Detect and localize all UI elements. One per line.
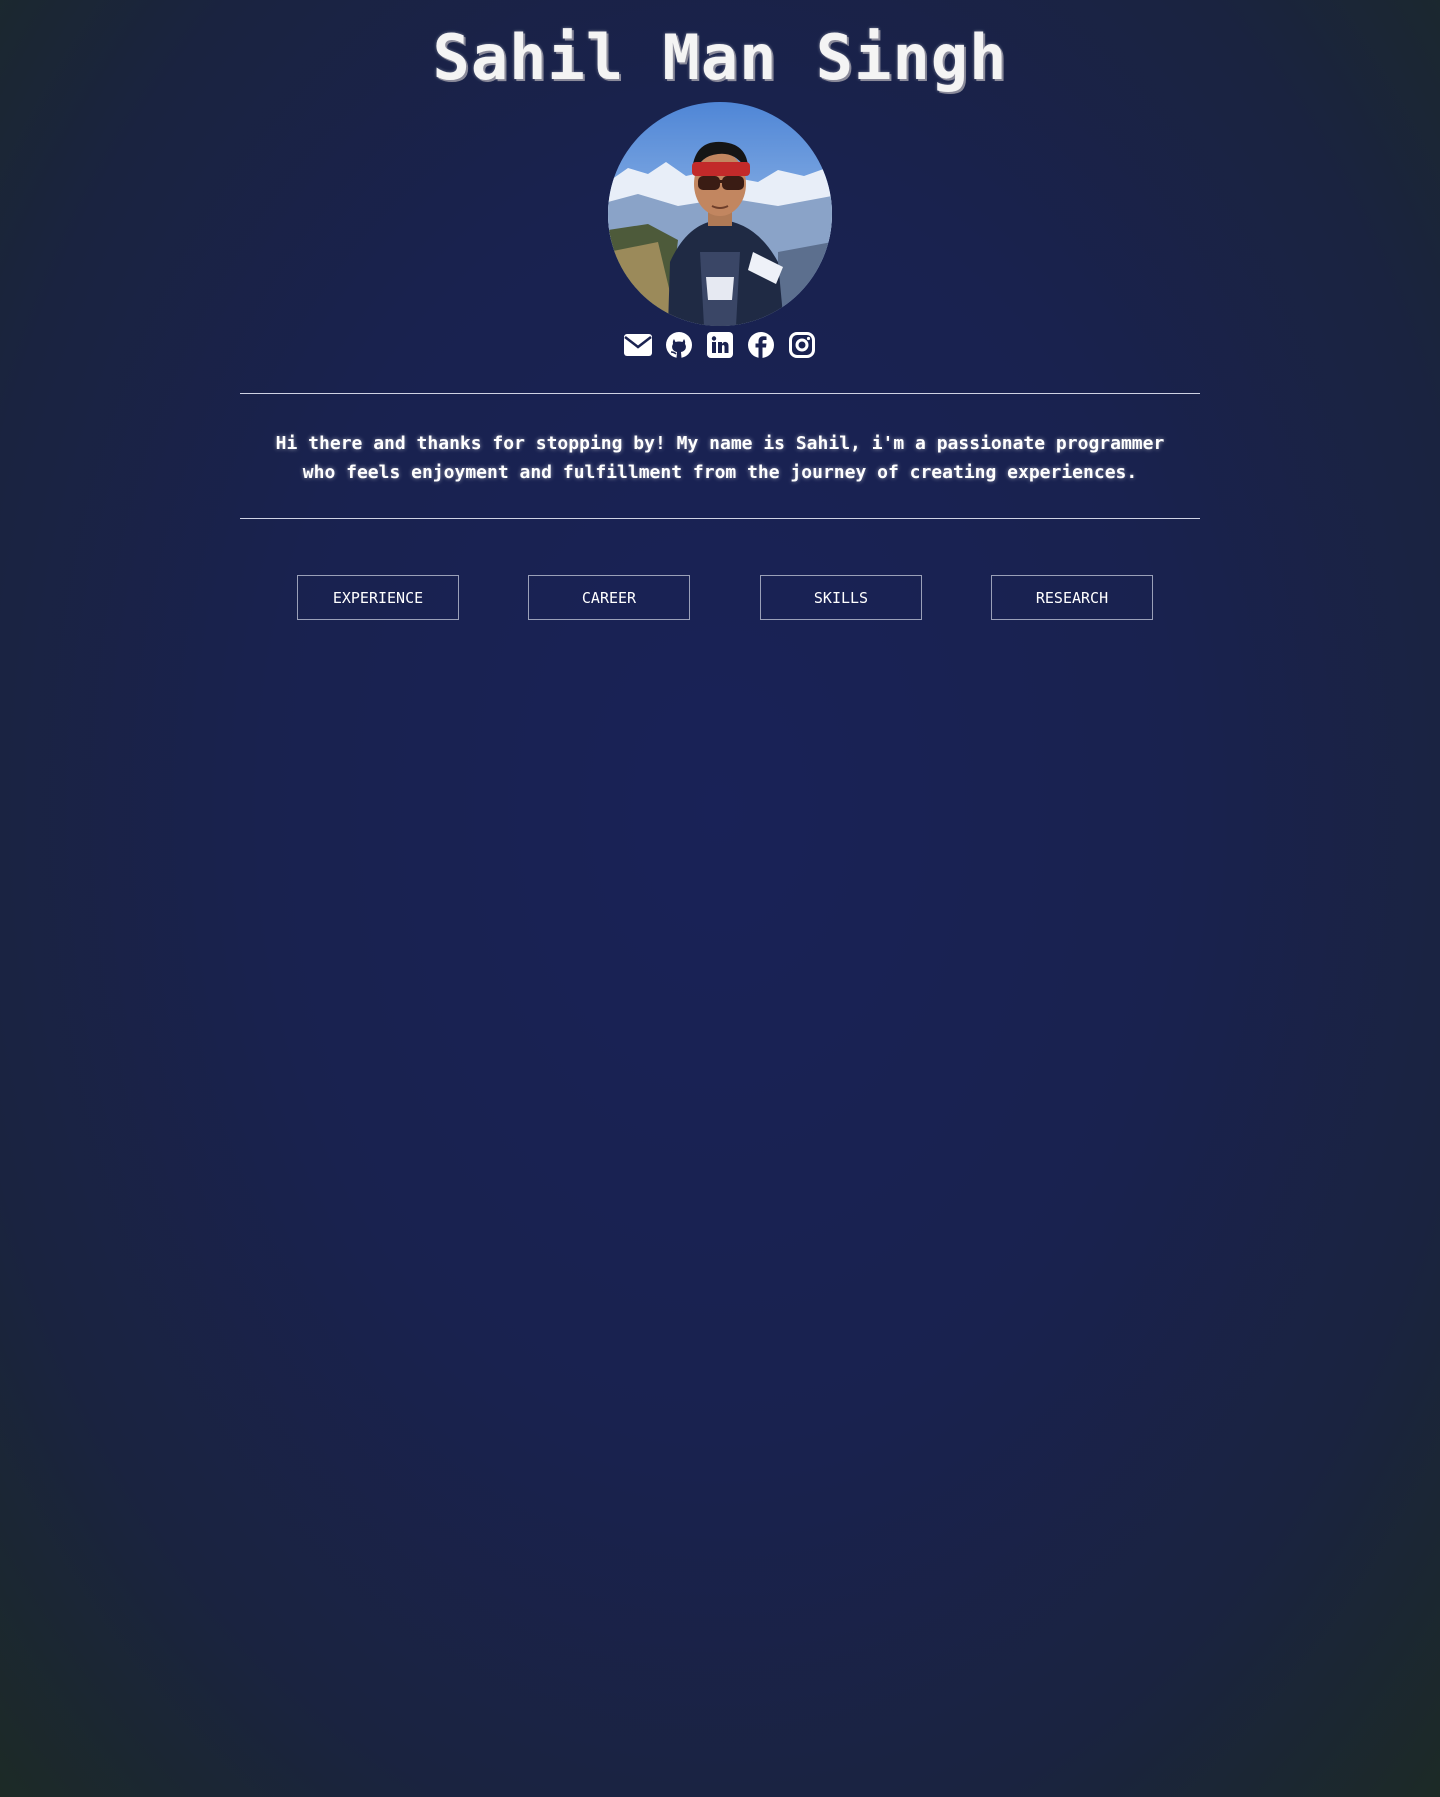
career-button[interactable]: CAREER (528, 575, 690, 620)
instagram-icon[interactable] (788, 331, 816, 359)
linkedin-icon[interactable] (706, 331, 734, 359)
envelope-icon[interactable] (624, 331, 652, 359)
divider-bottom (240, 518, 1200, 519)
bio-text: Hi there and thanks for stopping by! My … (275, 433, 1165, 483)
page-title: Sahil Man Singh (432, 21, 1008, 94)
experience-button[interactable]: EXPERIENCE (297, 575, 459, 620)
research-button[interactable]: RESEARCH (991, 575, 1153, 620)
github-icon[interactable] (665, 331, 693, 359)
skills-button[interactable]: SKILLS (760, 575, 922, 620)
social-links (0, 331, 1440, 361)
avatar (608, 102, 832, 326)
facebook-icon[interactable] (747, 331, 775, 359)
divider-top (240, 393, 1200, 394)
